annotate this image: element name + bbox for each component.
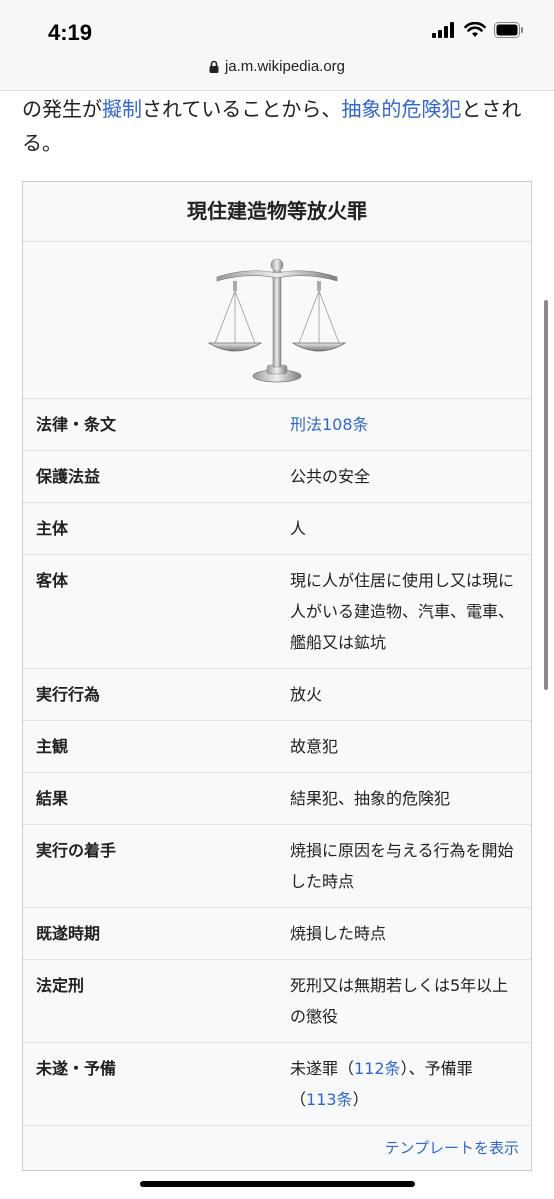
infobox-row-protected-interest: 保護法益 公共の安全 — [23, 451, 531, 503]
row-label: 既遂時期 — [36, 924, 101, 943]
infobox-row-law: 法律・条文 刑法108条 — [23, 399, 531, 451]
link-gisei[interactable]: 擬制 — [102, 97, 142, 121]
row-label: 主体 — [36, 519, 69, 538]
cellular-signal-icon — [432, 22, 454, 38]
row-label: 法定刑 — [36, 976, 85, 995]
infobox-row-subject: 主体 人 — [23, 503, 531, 555]
row-value: 焼損に原因を与える行為を開始した時点 — [290, 841, 514, 891]
infobox-row-result: 結果 結果犯、抽象的危険犯 — [23, 773, 531, 825]
infobox: 現住建造物等放火罪 法律・条文 刑法108条 保護法益 公共の安全 主体 人 客… — [22, 181, 532, 1171]
row-value: 未遂罪（112条）、予備罪（113条） — [273, 1043, 531, 1125]
row-value: 公共の安全 — [290, 467, 371, 486]
row-value: 現に人が住居に使用し又は現に人がいる建造物、汽車、電車、艦船又は鉱坑 — [290, 571, 515, 652]
row-label: 実行行為 — [36, 685, 101, 704]
row-label: 保護法益 — [36, 467, 101, 486]
lock-icon — [209, 60, 219, 73]
infobox-title: 現住建造物等放火罪 — [23, 182, 531, 242]
infobox-row-penalty: 法定刑 死刑又は無期若しくは5年以上の懲役 — [23, 960, 531, 1043]
wifi-icon — [464, 22, 486, 37]
link-abstract-danger-crime[interactable]: 抽象的危険犯 — [341, 97, 461, 121]
row-value: 焼損した時点 — [290, 924, 387, 943]
infobox-row-completion: 既遂時期 焼損した時点 — [23, 908, 531, 960]
url-text: ja.m.wikipedia.org — [224, 58, 346, 75]
intro-text-2: されていることから、 — [142, 97, 342, 121]
infobox-row-object: 客体 現に人が住居に使用し又は現に人がいる建造物、汽車、電車、艦船又は鉱坑 — [23, 555, 531, 669]
row-label: 結果 — [36, 789, 69, 808]
row-value: 故意犯 — [290, 737, 339, 756]
home-indicator[interactable] — [140, 1181, 415, 1187]
row-value: 放火 — [290, 685, 323, 704]
infobox-row-attempt-preparation: 未遂・予備 未遂罪（112条）、予備罪（113条） — [23, 1043, 531, 1126]
article-intro-text: の発生が擬制されていることから、抽象的危険犯とされる。 — [22, 92, 537, 160]
row-label: 未遂・予備 — [36, 1059, 117, 1078]
row-label: 実行の着手 — [36, 841, 117, 860]
row-label: 主観 — [36, 737, 69, 756]
link-article-112[interactable]: 112条 — [354, 1059, 401, 1078]
link-article-113[interactable]: 113条 — [306, 1090, 353, 1109]
row-value: 結果犯、抽象的危険犯 — [290, 789, 451, 808]
row-value: 人 — [290, 519, 307, 538]
show-template-link[interactable]: テンプレートを表示 — [23, 1126, 531, 1170]
address-bar[interactable]: ja.m.wikipedia.org — [0, 58, 554, 75]
status-icons — [432, 22, 524, 38]
value-text: ） — [352, 1090, 369, 1109]
infobox-row-commencement: 実行の着手 焼損に原因を与える行為を開始した時点 — [23, 825, 531, 908]
infobox-row-mens-rea: 主観 故意犯 — [23, 721, 531, 773]
scales-of-justice-icon — [207, 258, 347, 383]
status-bar: 4:19 ja.m.wikipedia.org — [0, 0, 554, 91]
battery-icon — [494, 22, 523, 38]
row-value: 死刑又は無期若しくは5年以上の懲役 — [290, 976, 509, 1026]
infobox-row-act: 実行行為 放火 — [23, 669, 531, 721]
value-text: 未遂罪（ — [290, 1059, 355, 1078]
clock: 4:19 — [48, 20, 93, 45]
row-label: 法律・条文 — [36, 415, 117, 434]
intro-text-1: の発生が — [22, 97, 102, 121]
scrollbar[interactable] — [544, 300, 548, 690]
infobox-image — [23, 242, 531, 399]
link-penal-code-108[interactable]: 刑法108条 — [290, 415, 369, 434]
row-label: 客体 — [36, 571, 69, 590]
